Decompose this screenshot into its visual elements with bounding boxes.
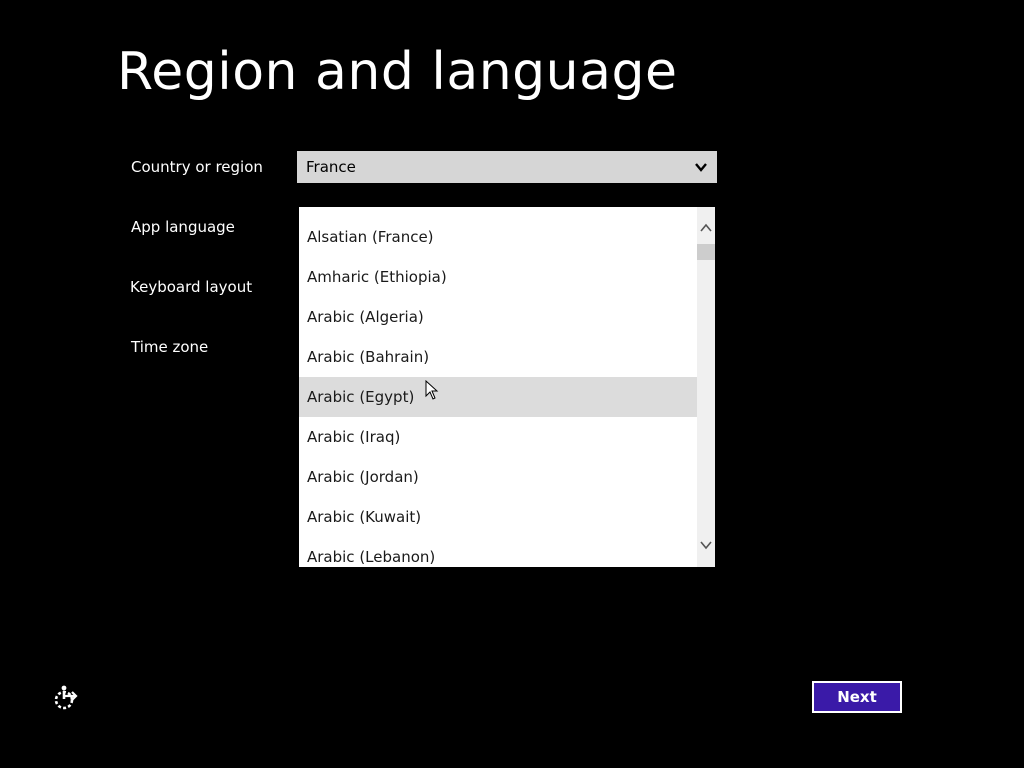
list-item[interactable]: Arabic (Iraq) <box>299 417 697 457</box>
scroll-thumb[interactable] <box>697 244 715 260</box>
list-item[interactable]: Arabic (Kuwait) <box>299 497 697 537</box>
country-label: Country or region <box>131 158 263 176</box>
list-item[interactable]: Arabic (Lebanon) <box>299 537 697 567</box>
time-zone-label: Time zone <box>131 338 209 356</box>
chevron-down-icon <box>695 163 707 172</box>
country-select-value: France <box>306 158 356 176</box>
list-item[interactable]: Amharic (Ethiopia) <box>299 257 697 297</box>
mouse-pointer-icon <box>425 380 439 400</box>
app-language-label: App language <box>131 218 235 236</box>
app-language-list: Alsatian (France) Amharic (Ethiopia) Ara… <box>299 217 697 567</box>
list-item[interactable]: Alsatian (France) <box>299 217 697 257</box>
setup-page: Region and language Country or region Ap… <box>0 0 1024 768</box>
scroll-down-icon[interactable] <box>699 538 713 552</box>
app-language-dropdown[interactable]: Alsatian (France) Amharic (Ethiopia) Ara… <box>299 207 715 567</box>
next-button[interactable]: Next <box>812 681 902 713</box>
list-scrollbar[interactable] <box>697 207 715 567</box>
country-select[interactable]: France <box>297 151 717 183</box>
scroll-up-icon[interactable] <box>699 221 713 235</box>
list-item[interactable]: Arabic (Algeria) <box>299 297 697 337</box>
ease-of-access-icon[interactable] <box>52 684 80 712</box>
page-title: Region and language <box>117 42 678 102</box>
list-item[interactable]: Arabic (Bahrain) <box>299 337 697 377</box>
list-item-hovered[interactable]: Arabic (Egypt) <box>299 377 697 417</box>
keyboard-layout-label: Keyboard layout <box>130 278 253 296</box>
list-item[interactable]: Arabic (Jordan) <box>299 457 697 497</box>
